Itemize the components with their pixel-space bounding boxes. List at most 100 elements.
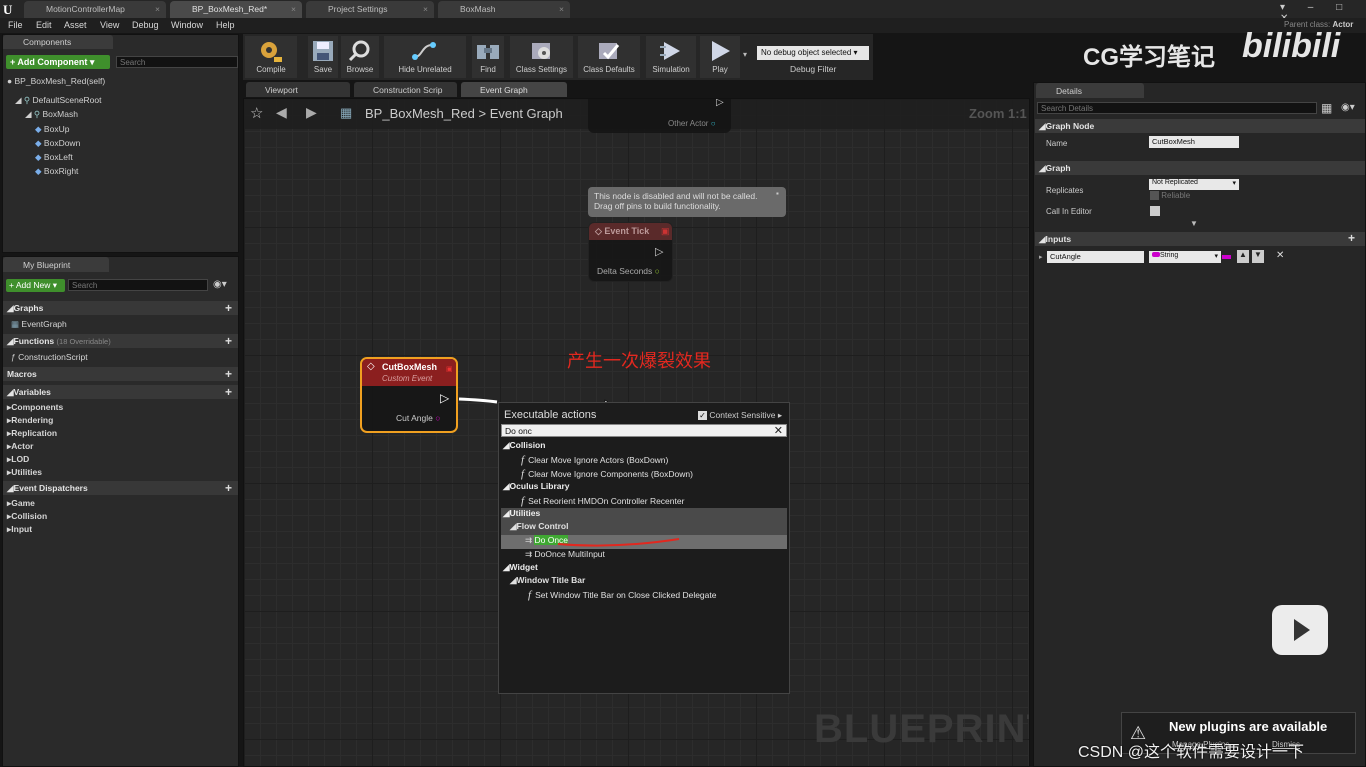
breadcrumb-blueprint[interactable]: BP_BoxMesh_Red <box>365 106 475 121</box>
item-eventgraph[interactable]: ▦ EventGraph <box>3 318 67 331</box>
tree-defaultsceneroot[interactable]: ◢ ⚲ DefaultSceneRoot <box>15 95 102 106</box>
replicates-select[interactable]: Not Replicated ▾ <box>1149 179 1239 190</box>
dispatcher-cat-collision[interactable]: ▸Collision <box>0 510 47 523</box>
add-variable-icon[interactable]: + <box>225 385 232 399</box>
move-down-icon[interactable]: ▼ <box>1252 250 1264 263</box>
action-item[interactable]: ⇉ DoOnce MultiInput <box>501 549 787 563</box>
menu-asset[interactable]: Asset <box>64 20 87 30</box>
pin-icon[interactable]: ▪ <box>776 189 779 198</box>
exec-out-pin-icon[interactable]: ▷ <box>440 391 449 405</box>
close-icon[interactable]: × <box>155 4 160 14</box>
play-button[interactable]: Play <box>700 36 740 78</box>
checkbox-icon[interactable] <box>1150 191 1159 201</box>
video-play-icon[interactable] <box>1272 605 1328 655</box>
self-item[interactable]: ● BP_BoxMesh_Red(self) <box>7 76 105 86</box>
action-category[interactable]: ◢Oculus Library <box>501 481 787 495</box>
action-item[interactable]: f Set Reorient HMDOn Controller Recenter <box>501 495 787 509</box>
dispatcher-cat-game[interactable]: ▸Game <box>0 497 35 510</box>
unreal-logo-icon[interactable]: U <box>3 2 17 17</box>
delegate-pin-icon[interactable]: ▣ <box>661 226 670 237</box>
action-subcategory[interactable]: ◢Window Title Bar <box>501 575 787 589</box>
browse-button[interactable]: Browse <box>341 36 379 78</box>
category-variables[interactable]: ◢Variables + <box>3 385 238 399</box>
components-tab[interactable]: Components <box>3 35 113 49</box>
add-graph-icon[interactable]: + <box>225 301 232 315</box>
class-defaults-button[interactable]: Class Defaults <box>578 36 640 78</box>
menu-help[interactable]: Help <box>216 20 235 30</box>
add-component-button[interactable]: + Add Component ▾ <box>6 55 110 69</box>
tab-bp-boxmesh-red[interactable]: BP_BoxMesh_Red* × <box>170 1 302 18</box>
graph-tab-event-graph[interactable]: Event Graph <box>461 82 567 97</box>
action-category[interactable]: ◢Utilities <box>501 508 787 522</box>
expand-arrow-icon[interactable]: ▼ <box>1190 219 1198 228</box>
tree-boxup[interactable]: ◆ BoxUp <box>35 124 69 135</box>
simulation-button[interactable]: Simulation <box>646 36 696 78</box>
save-button[interactable]: Save <box>308 36 338 78</box>
close-icon[interactable]: × <box>291 4 296 14</box>
add-dispatcher-icon[interactable]: + <box>225 481 232 495</box>
play-options-icon[interactable]: ▾ <box>743 50 747 59</box>
find-button[interactable]: Find <box>472 36 504 78</box>
category-graph[interactable]: ◢Graph <box>1035 161 1365 175</box>
menu-window[interactable]: Window <box>171 20 203 30</box>
graph-tab-construction-script[interactable]: Construction Scrip <box>354 82 457 97</box>
action-category[interactable]: ◢Widget <box>501 562 787 576</box>
var-cat-actor[interactable]: ▸Actor <box>0 440 33 453</box>
close-icon[interactable]: × <box>559 4 564 14</box>
call-in-editor-checkbox[interactable] <box>1150 206 1160 216</box>
event-graph-canvas[interactable]: ☆ ◀ ▶ ▦ BP_BoxMesh_Red > Event Graph Zoo… <box>243 98 1030 767</box>
other-actor-pin[interactable]: Other Actor ○ <box>668 119 716 128</box>
category-functions[interactable]: ◢Functions (18 Overridable) + <box>3 334 238 348</box>
action-subcategory[interactable]: ◢Flow Control <box>501 521 787 535</box>
cutboxmesh-node[interactable]: ◇ CutBoxMesh Custom Event ▣ ▷ Cut Angle … <box>360 357 458 433</box>
action-item[interactable]: f Clear Move Ignore Actors (BoxDown) <box>501 454 787 468</box>
tab-motioncontrollermap[interactable]: MotionControllerMap × <box>24 1 166 18</box>
eye-icon[interactable]: ◉▾ <box>1341 102 1355 113</box>
input-name-field[interactable]: CutAngle <box>1047 251 1144 263</box>
overlap-event-node[interactable]: ▷ Other Actor ○ <box>588 99 731 133</box>
cut-angle-pin[interactable]: Cut Angle ○ <box>396 413 440 423</box>
add-macro-icon[interactable]: + <box>225 367 232 381</box>
reliable-checkbox[interactable]: Reliable <box>1150 191 1190 201</box>
tree-boxleft[interactable]: ◆ BoxLeft <box>35 152 73 163</box>
delegate-pin-icon[interactable]: ▣ <box>446 365 453 373</box>
graph-tab-viewport[interactable]: Viewport <box>246 82 350 97</box>
event-tick-node[interactable]: ◇ Event Tick ▣ ▷ Delta Seconds ○ <box>588 222 673 282</box>
var-cat-replication[interactable]: ▸Replication <box>0 427 57 440</box>
dispatcher-cat-input[interactable]: ▸Input <box>0 523 32 536</box>
var-cat-rendering[interactable]: ▸Rendering <box>0 414 53 427</box>
tab-boxmash[interactable]: BoxMash × <box>438 1 570 18</box>
add-input-icon[interactable]: + <box>1348 231 1355 245</box>
action-item[interactable]: f Clear Move Ignore Components (BoxDown) <box>501 468 787 482</box>
checkbox-checked-icon[interactable]: ✓ <box>698 411 707 420</box>
clear-search-icon[interactable]: ✕ <box>774 424 783 437</box>
tree-boxmash[interactable]: ◢ ⚲ BoxMash <box>25 109 78 120</box>
tab-project-settings[interactable]: Project Settings × <box>306 1 434 18</box>
details-search-input[interactable]: Search Details <box>1037 102 1317 114</box>
category-macros[interactable]: Macros + <box>3 367 238 381</box>
blueprint-search-input[interactable]: Search <box>68 279 208 291</box>
components-search-input[interactable]: Search <box>116 56 238 68</box>
category-graphs[interactable]: ◢Graphs + <box>3 301 238 315</box>
class-settings-button[interactable]: Class Settings <box>510 36 573 78</box>
back-arrow-icon[interactable]: ◀ <box>276 104 287 121</box>
exec-out-pin-icon[interactable]: ▷ <box>716 99 724 108</box>
my-blueprint-tab[interactable]: My Blueprint <box>3 257 109 272</box>
menu-edit[interactable]: Edit <box>36 20 52 30</box>
var-cat-utilities[interactable]: ▸Utilities <box>0 466 42 479</box>
property-matrix-icon[interactable]: ▦ <box>1321 101 1332 115</box>
forward-arrow-icon[interactable]: ▶ <box>306 104 317 121</box>
menu-file[interactable]: File <box>8 20 23 30</box>
category-inputs[interactable]: ◢Inputs + <box>1035 231 1365 246</box>
delta-seconds-pin[interactable]: Delta Seconds ○ <box>597 266 660 276</box>
view-options-icon[interactable]: ◉▾ <box>213 279 227 290</box>
action-search-input[interactable]: Do onc ✕ <box>501 424 787 437</box>
tree-boxright[interactable]: ◆ BoxRight <box>35 166 78 177</box>
move-up-icon[interactable]: ▲ <box>1237 250 1249 263</box>
name-field[interactable]: CutBoxMesh <box>1149 136 1239 148</box>
expand-input-icon[interactable]: ▸ <box>1039 253 1043 261</box>
input-type-select[interactable]: String ▾ <box>1149 251 1221 263</box>
remove-input-icon[interactable]: ✕ <box>1276 250 1284 261</box>
category-event-dispatchers[interactable]: ◢Event Dispatchers + <box>3 481 238 495</box>
tree-boxdown[interactable]: ◆ BoxDown <box>35 138 80 149</box>
